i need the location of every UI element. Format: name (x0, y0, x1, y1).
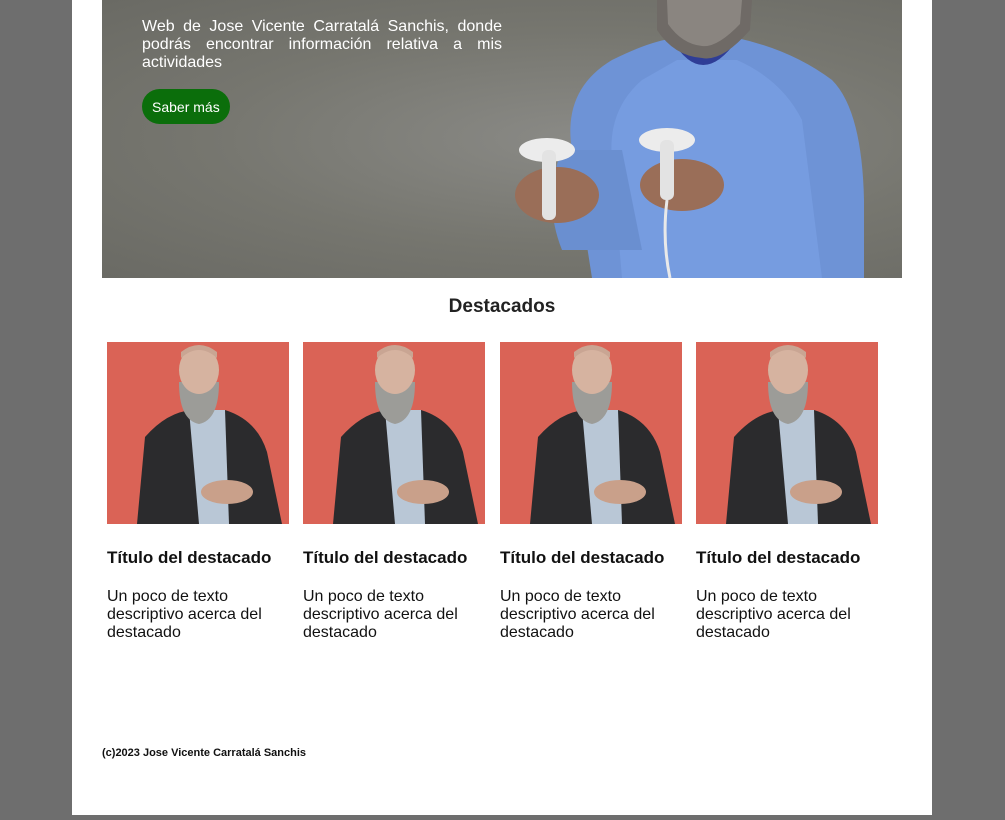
learn-more-button[interactable]: Saber más (142, 89, 230, 124)
hero-portrait-image (515, 0, 864, 278)
featured-card[interactable]: Título del destacado Un poco de texto de… (107, 342, 289, 642)
featured-card-image[interactable] (107, 342, 289, 524)
content-page: Web de Jose Vicente Carratalá Sanchis, d… (72, 0, 932, 815)
featured-card-title[interactable]: Título del destacado (303, 548, 485, 568)
featured-card-image[interactable] (303, 342, 485, 524)
featured-card-description: Un poco de texto descriptivo acerca del … (303, 588, 458, 641)
featured-card-description: Un poco de texto descriptivo acerca del … (500, 588, 655, 641)
featured-card-title[interactable]: Título del destacado (696, 548, 878, 568)
featured-section-title: Destacados (448, 296, 556, 317)
featured-card-description: Un poco de texto descriptivo acerca del … (696, 588, 851, 641)
featured-card-image[interactable] (696, 342, 878, 524)
featured-card[interactable]: Título del destacado Un poco de texto de… (303, 342, 485, 642)
featured-card-image[interactable] (500, 342, 682, 524)
featured-card-title[interactable]: Título del destacado (500, 548, 682, 568)
featured-card-description: Un poco de texto descriptivo acerca del … (107, 588, 262, 641)
footer-copyright: (c)2023 Jose Vicente Carratalá Sanchis (102, 747, 307, 759)
featured-card-title[interactable]: Título del destacado (107, 548, 289, 568)
hero-banner: Web de Jose Vicente Carratalá Sanchis, d… (102, 0, 902, 278)
hero-description: Web de Jose Vicente Carratalá Sanchis, d… (142, 18, 502, 71)
featured-card[interactable]: Título del destacado Un poco de texto de… (500, 342, 682, 642)
featured-card[interactable]: Título del destacado Un poco de texto de… (696, 342, 878, 642)
